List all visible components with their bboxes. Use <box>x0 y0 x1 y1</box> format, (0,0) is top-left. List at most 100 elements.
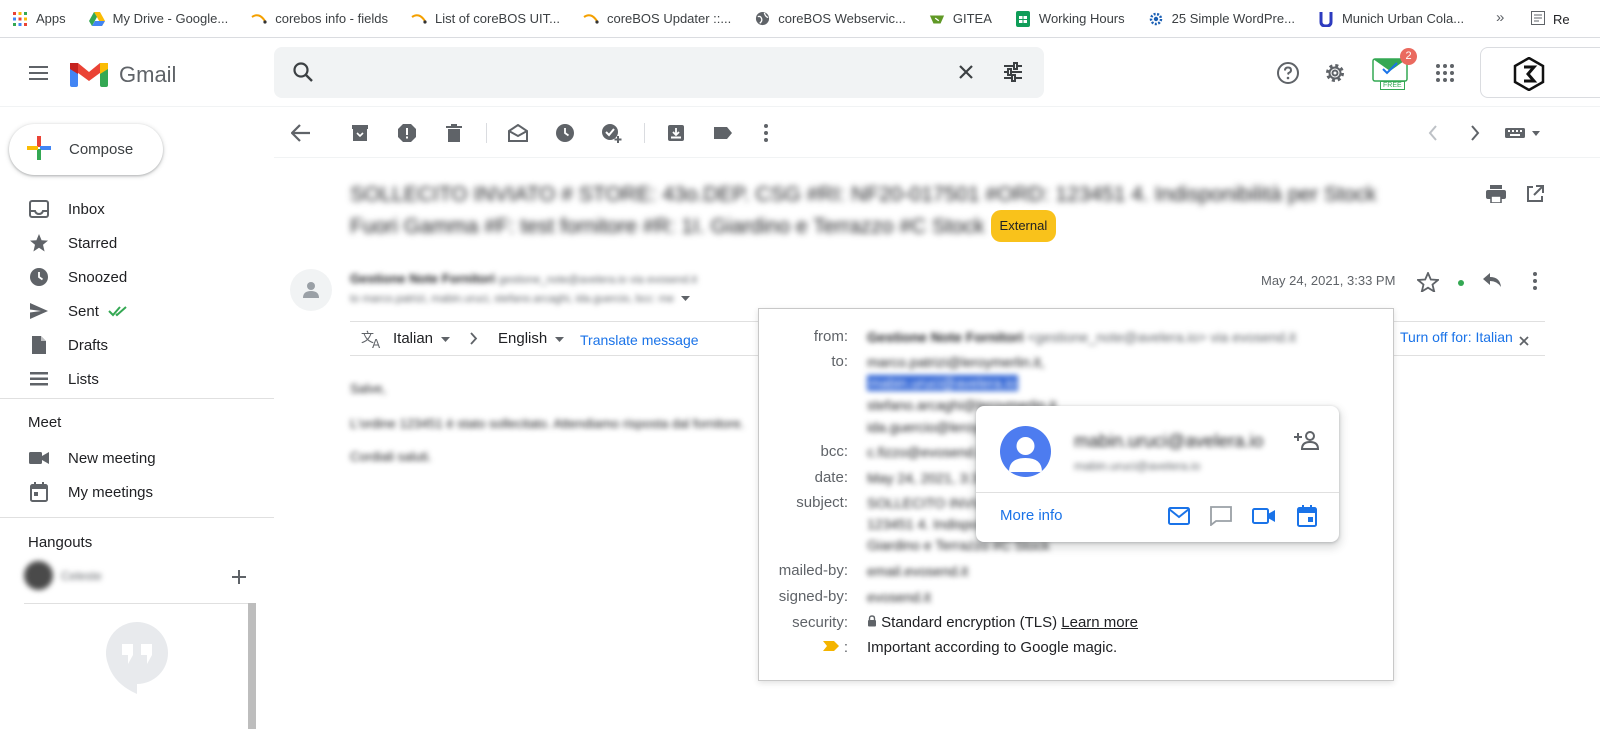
addon-mail-tracker[interactable]: 2 FREE <box>1372 48 1417 93</box>
gmail-header: Gmail 2 FREE <box>0 39 1600 107</box>
list-icon <box>29 369 49 389</box>
bookmark-corebos-webservice[interactable]: coreBOS Webservic... <box>742 0 917 37</box>
sidebar-item-lists[interactable]: Lists <box>0 362 270 396</box>
input-tools-keyboard-icon[interactable] <box>1504 122 1542 144</box>
sender-email: gestione_note@avelera.io via evosend.it <box>498 274 698 286</box>
video-call-icon[interactable] <box>1252 504 1276 528</box>
contact-avatar <box>1000 426 1051 477</box>
snooze-icon[interactable] <box>554 122 576 144</box>
open-in-new-window-icon[interactable] <box>1526 185 1544 208</box>
bookmarks-overflow-button[interactable]: » <box>1496 9 1504 26</box>
star-message-icon[interactable] <box>1415 270 1441 297</box>
star-icon <box>29 233 49 253</box>
sidebar-divider <box>0 398 274 399</box>
help-icon[interactable] <box>1275 60 1301 86</box>
source-language-select[interactable]: Italian <box>393 330 451 347</box>
sidebar-item-inbox[interactable]: Inbox <box>0 192 270 226</box>
more-info-link[interactable]: More info <box>1000 507 1063 524</box>
search-options-icon[interactable] <box>1001 60 1025 89</box>
schedule-event-icon[interactable] <box>1295 504 1319 528</box>
message-body-line: Cordiali saluti. <box>350 449 432 464</box>
details-bcc-label: bcc: <box>820 443 848 460</box>
back-arrow-icon[interactable] <box>290 122 312 144</box>
show-details-caret-icon[interactable] <box>681 293 691 305</box>
sidebar-item-snoozed[interactable]: Snoozed <box>0 260 270 294</box>
clear-search-icon[interactable] <box>954 60 978 89</box>
mark-unread-icon[interactable] <box>507 122 529 144</box>
send-email-icon[interactable] <box>1167 504 1191 528</box>
sidebar-item-drafts[interactable]: Drafts <box>0 328 270 362</box>
notification-badge: 2 <box>1400 48 1417 65</box>
search-icon[interactable] <box>291 60 315 89</box>
message-toolbar <box>274 108 1600 158</box>
organization-logo-icon <box>1513 56 1545 96</box>
recipients-summary[interactable]: to marco.patrizi, mabin.uruci, stefano.a… <box>350 293 691 305</box>
add-contact-icon[interactable] <box>1294 430 1320 455</box>
bookmark-corebos-uit[interactable]: List of coreBOS UIT... <box>399 0 571 37</box>
google-apps-icon[interactable] <box>1432 60 1458 86</box>
main-menu-button[interactable] <box>22 59 54 87</box>
sender-avatar[interactable] <box>290 269 332 311</box>
details-from-email: <gestione_note@avelera.io> via evosend.i… <box>1027 329 1296 345</box>
bookmark-label: corebos info - fields <box>275 11 388 26</box>
sender-name[interactable]: Gestione Note Fornitori gestione_note@av… <box>350 271 697 286</box>
newer-chevron-icon[interactable] <box>1422 122 1444 144</box>
meet-section-title: Meet <box>28 414 62 431</box>
print-icon[interactable] <box>1486 185 1506 208</box>
translate-message-link[interactable]: Translate message <box>580 332 699 348</box>
add-to-tasks-icon[interactable] <box>601 122 623 144</box>
older-chevron-icon[interactable] <box>1464 122 1486 144</box>
external-badge[interactable]: External <box>990 210 1057 242</box>
search-bar[interactable] <box>274 47 1044 98</box>
hangouts-user-name: Celeste <box>61 568 102 583</box>
bookmark-label: Apps <box>36 11 66 26</box>
account-switcher[interactable] <box>1480 47 1600 98</box>
close-translate-icon[interactable] <box>1519 333 1529 350</box>
hangouts-scrollbar[interactable] <box>248 603 256 729</box>
details-subject-label: subject: <box>796 494 848 511</box>
report-spam-icon[interactable] <box>396 122 418 144</box>
bookmark-apps[interactable]: Apps <box>0 0 77 37</box>
bookmark-munich[interactable]: Munich Urban Cola... <box>1306 0 1475 37</box>
sidebar-item-label: Starred <box>68 234 118 252</box>
target-language-select[interactable]: English <box>498 330 565 347</box>
toolbar-divider <box>486 123 487 143</box>
more-options-icon[interactable] <box>755 122 777 144</box>
message-more-options-icon[interactable] <box>1533 272 1537 295</box>
details-to-label: to: <box>831 353 848 370</box>
importance-marker-icon <box>822 639 844 656</box>
meet-my-meetings[interactable]: My meetings <box>0 475 270 509</box>
sidebar-item-sent[interactable]: Sent <box>0 294 270 328</box>
bookmark-working-hours[interactable]: Working Hours <box>1003 0 1136 37</box>
learn-more-link[interactable]: Learn more <box>1061 614 1138 631</box>
bookmark-corebos-updater[interactable]: coreBOS Updater ::... <box>571 0 742 37</box>
reading-list-button[interactable]: Re <box>1531 0 1570 38</box>
sidebar-item-label: Snoozed <box>68 268 128 286</box>
details-from-label: from: <box>813 328 848 345</box>
inbox-icon <box>29 199 49 219</box>
gitea-icon <box>929 11 945 27</box>
label-icon[interactable] <box>712 122 734 144</box>
chat-icon[interactable] <box>1209 504 1233 528</box>
bookmarks-bar: Apps My Drive - Google... corebos info -… <box>0 0 1600 38</box>
bookmark-gitea[interactable]: GITEA <box>917 0 1003 37</box>
settings-icon[interactable] <box>1322 60 1348 86</box>
calendar-icon <box>29 482 49 502</box>
archive-icon[interactable] <box>349 122 371 144</box>
turn-off-translation-link[interactable]: Turn off for: Italian <box>1400 329 1513 345</box>
bookmark-wordpress[interactable]: 25 Simple WordPre... <box>1136 0 1306 37</box>
lock-icon <box>867 614 881 631</box>
bookmark-my-drive[interactable]: My Drive - Google... <box>77 0 240 37</box>
details-mailed-by-label: mailed-by: <box>778 562 848 579</box>
sidebar-item-starred[interactable]: Starred <box>0 226 270 260</box>
bookmark-corebos-info[interactable]: corebos info - fields <box>239 0 399 37</box>
compose-button[interactable]: Compose <box>9 124 163 175</box>
add-contact-plus-icon[interactable] <box>231 569 247 590</box>
delete-icon[interactable] <box>443 122 465 144</box>
meet-new-meeting[interactable]: New meeting <box>0 441 270 475</box>
compose-label: Compose <box>69 141 134 158</box>
move-to-icon[interactable] <box>665 122 687 144</box>
gmail-logo[interactable]: Gmail <box>69 57 176 92</box>
reply-icon[interactable] <box>1482 272 1502 293</box>
hangouts-user-status[interactable]: Celeste <box>24 561 102 590</box>
